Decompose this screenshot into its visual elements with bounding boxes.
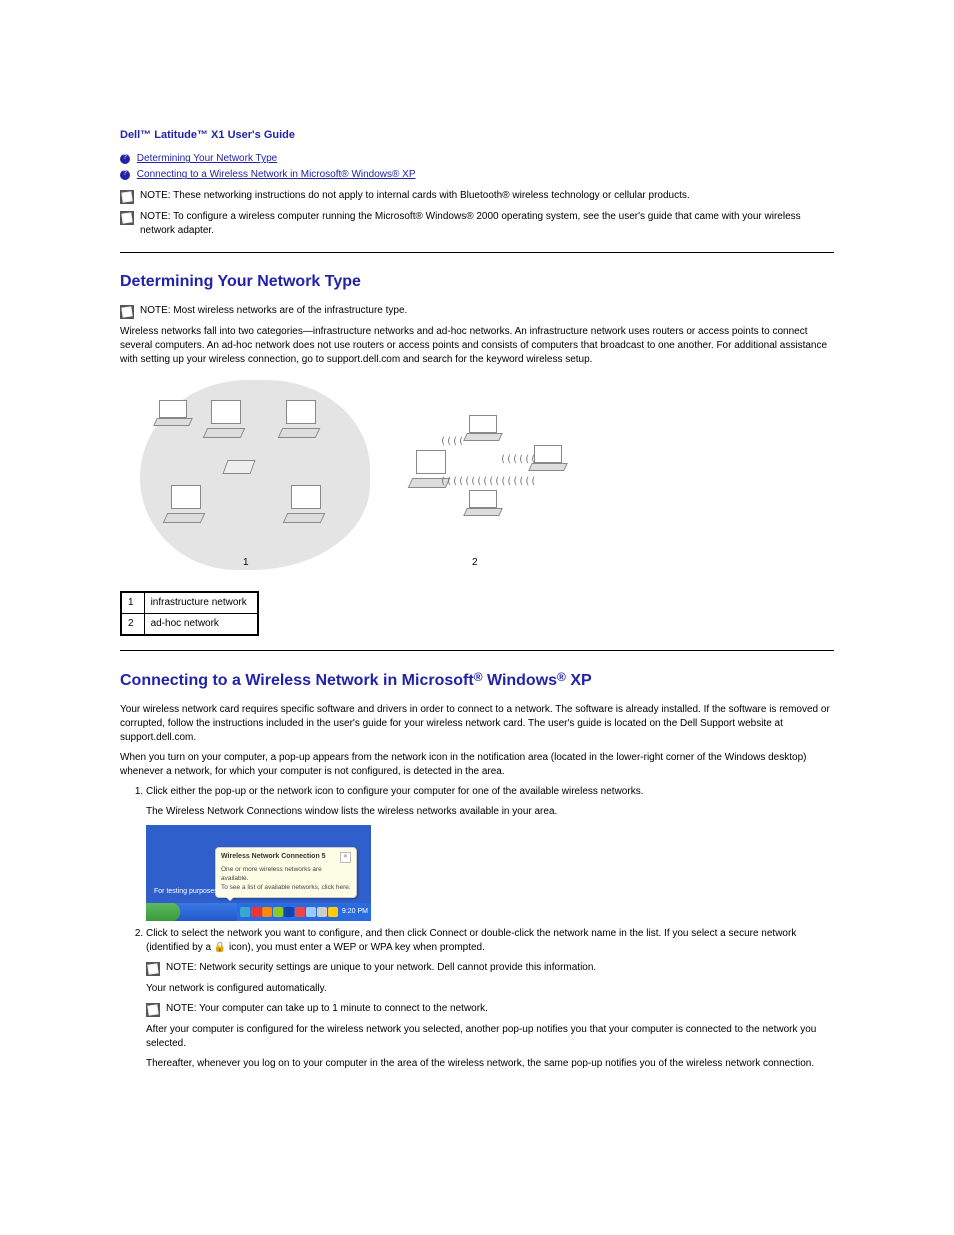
step-list: Click either the pop-up or the network i…: [124, 785, 834, 1071]
note: NOTE: To configure a wireless computer r…: [120, 210, 834, 238]
list-item: Click to select the network you want to …: [146, 927, 834, 1071]
step-text: Click to select the network you want to …: [146, 928, 796, 953]
diagram-label: 2: [472, 556, 478, 570]
laptop-icon: [465, 490, 499, 512]
balloon-line: One or more wireless networks are availa…: [221, 865, 351, 883]
heading-segment: XP: [566, 672, 592, 689]
section-heading: Determining Your Network Type: [120, 273, 361, 290]
diagram-label: 1: [243, 556, 249, 570]
tray-icon[interactable]: [262, 907, 272, 917]
paragraph: When you turn on your computer, a pop-up…: [120, 751, 834, 779]
legend-table: 1 infrastructure network 2 ad-hoc networ…: [120, 591, 259, 636]
hub-icon: [222, 460, 255, 474]
divider: [120, 252, 834, 253]
radio-wave-icon: ((((((((((((((((: [440, 475, 536, 489]
toc-link-text: Connecting to a Wireless Network in Micr…: [137, 169, 416, 180]
legend-num: 2: [121, 613, 144, 635]
toc-link[interactable]: Connecting to a Wireless Network in Micr…: [137, 169, 416, 180]
note: NOTE: Your computer can take up to 1 min…: [146, 1002, 834, 1017]
legend-text: ad-hoc network: [144, 613, 258, 635]
tray-icon[interactable]: [251, 907, 261, 917]
paragraph: Thereafter, whenever you log on to your …: [146, 1057, 834, 1071]
registered-icon: ®: [474, 670, 483, 684]
note-icon: [146, 962, 160, 976]
tray-icon[interactable]: [317, 907, 327, 917]
laptop-icon: [155, 400, 189, 422]
paragraph: The Wireless Network Connections window …: [146, 805, 834, 819]
step-text: Click either the pop-up or the network i…: [146, 786, 643, 797]
tray-icon[interactable]: [273, 907, 283, 917]
toc-link[interactable]: Determining Your Network Type: [137, 153, 277, 164]
paragraph: After your computer is configured for th…: [146, 1023, 834, 1051]
note-text: NOTE: Most wireless networks are of the …: [140, 304, 407, 318]
desktop-watermark: For testing purposes only…: [154, 887, 240, 897]
balloon-line: To see a list of available networks, cli…: [221, 883, 351, 892]
radio-wave-icon: ((((: [440, 435, 464, 449]
desktop-icon: [165, 485, 203, 521]
paragraph: Your wireless network card requires spec…: [120, 703, 834, 745]
note: NOTE: Network security settings are uniq…: [146, 961, 834, 976]
note-text: NOTE: Your computer can take up to 1 min…: [166, 1002, 488, 1016]
network-diagram: 1 (((( (((((((((((((((( (((((( 2: [120, 375, 580, 585]
start-button[interactable]: [146, 903, 180, 921]
close-icon[interactable]: ×: [340, 852, 351, 863]
bullet-icon: [120, 170, 130, 180]
note-icon: [120, 190, 134, 204]
screenshot-inset: Wireless Network Connection 5 × One or m…: [146, 825, 371, 921]
legend-text: infrastructure network: [144, 592, 258, 614]
radio-wave-icon: ((((((: [500, 453, 536, 467]
heading-segment: Connecting to a Wireless Network in Micr…: [120, 672, 474, 689]
note: NOTE: Most wireless networks are of the …: [120, 304, 834, 319]
list-item: Click either the pop-up or the network i…: [146, 785, 834, 921]
note-icon: [120, 211, 134, 225]
tray-icon[interactable]: [295, 907, 305, 917]
note-text: NOTE: These networking instructions do n…: [140, 189, 690, 203]
note-text: NOTE: To configure a wireless computer r…: [140, 210, 834, 238]
paragraph: Wireless networks fall into two categori…: [120, 325, 834, 367]
toc-item[interactable]: Connecting to a Wireless Network in Micr…: [120, 167, 834, 183]
desktop-icon: [280, 400, 318, 436]
laptop-icon: [465, 415, 499, 437]
page-title: Dell™ Latitude™ X1 User's Guide: [120, 128, 834, 143]
divider: [120, 650, 834, 651]
paragraph: Your network is configured automatically…: [146, 982, 834, 996]
desktop-icon: [205, 400, 243, 436]
legend-num: 1: [121, 592, 144, 614]
tray-icon[interactable]: [284, 907, 294, 917]
section-heading: Connecting to a Wireless Network in Micr…: [120, 669, 834, 693]
desktop-icon: [285, 485, 323, 521]
clock: 9:20 PM: [342, 907, 368, 917]
taskbar[interactable]: 9:20 PM: [146, 903, 371, 921]
toc-item[interactable]: Determining Your Network Type: [120, 151, 834, 167]
table-row: 1 infrastructure network: [121, 592, 258, 614]
heading-segment: Windows: [483, 672, 558, 689]
tray-icon[interactable]: [328, 907, 338, 917]
table-row: 2 ad-hoc network: [121, 613, 258, 635]
tray-icon[interactable]: [240, 907, 250, 917]
note: NOTE: These networking instructions do n…: [120, 189, 834, 204]
note-icon: [146, 1003, 160, 1017]
bullet-icon: [120, 154, 130, 164]
balloon-title: Wireless Network Connection 5: [221, 852, 326, 863]
network-tray-icon[interactable]: [306, 907, 316, 917]
note-text: NOTE: Network security settings are uniq…: [166, 961, 596, 975]
registered-icon: ®: [557, 670, 566, 684]
note-icon: [120, 305, 134, 319]
system-tray[interactable]: 9:20 PM: [237, 903, 371, 921]
